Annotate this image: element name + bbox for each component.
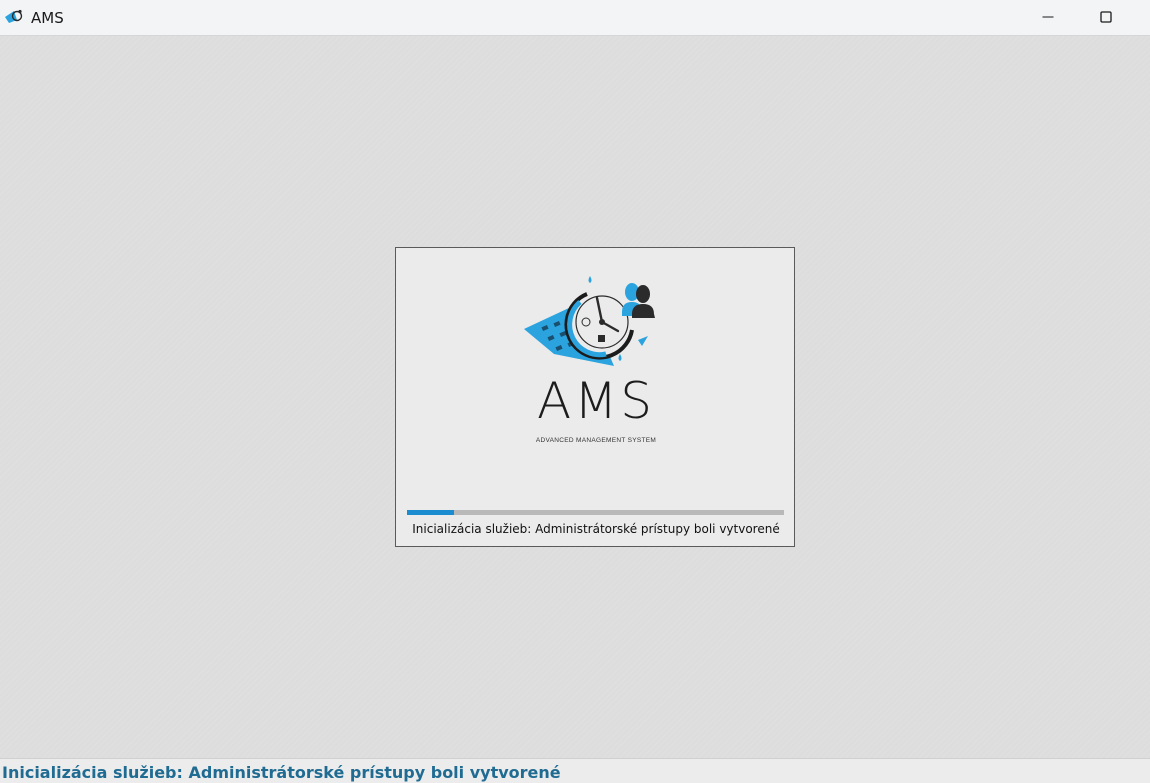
splash-status-text: Inicializácia služieb: Administrátorské … — [412, 522, 780, 536]
splash-screen: AMS ADVANCED MANAGEMENT SYSTEM Inicializ… — [395, 247, 795, 547]
brand-name: AMS — [536, 372, 656, 430]
ams-logo-icon — [524, 276, 655, 366]
maximize-button[interactable] — [1083, 0, 1129, 34]
loading-progress-bar — [407, 510, 784, 515]
brand-subtitle: ADVANCED MANAGEMENT SYSTEM — [535, 437, 657, 444]
progress-fill — [407, 510, 455, 515]
app-window: AMS AMS ADVANCED MANAGEMENT SYSTEM Inici… — [0, 0, 1150, 783]
window-title: AMS — [31, 9, 64, 27]
status-bar-text: Inicializácia služieb: Administrátorské … — [2, 763, 561, 782]
title-bar[interactable]: AMS — [0, 0, 1150, 36]
maximize-icon — [1100, 11, 1112, 23]
minimize-icon — [1042, 16, 1054, 18]
status-bar: Inicializácia služieb: Administrátorské … — [0, 758, 1150, 783]
ams-logo-icon — [5, 9, 23, 23]
minimize-button[interactable] — [1025, 0, 1071, 34]
